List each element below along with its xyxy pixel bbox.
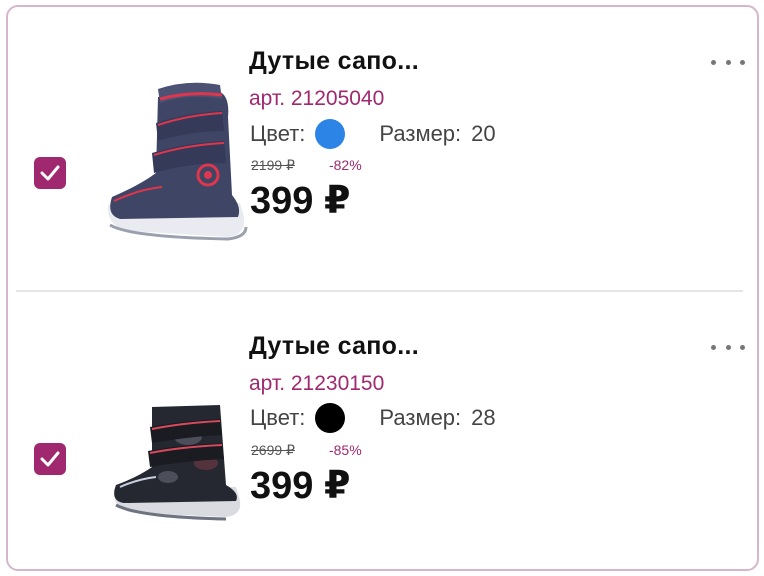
cart-items-card: Дутые сапо... арт. 21205040 Цвет: Размер… <box>6 5 759 571</box>
color-swatch <box>315 403 346 433</box>
more-options-icon[interactable] <box>711 337 745 357</box>
product-image[interactable] <box>100 77 250 247</box>
cart-item: Дутые сапо... арт. 21230150 Цвет: Размер… <box>8 292 757 575</box>
discount-badge: -82% <box>328 157 362 173</box>
old-price: 2199 ₽ <box>251 157 295 173</box>
discount-badge: -85% <box>328 442 362 458</box>
old-price: 2699 ₽ <box>251 442 295 458</box>
current-price: 399 ₽ <box>250 465 351 507</box>
product-title[interactable]: Дутые сапо... <box>249 47 419 76</box>
product-sku: арт. 21205040 <box>249 87 385 110</box>
item-select-checkbox[interactable] <box>34 443 66 475</box>
product-attributes: Цвет: Размер: 20 <box>250 119 496 149</box>
size-label: Размер: <box>379 405 462 430</box>
checkmark-icon <box>40 165 60 181</box>
product-sku: арт. 21230150 <box>249 372 385 395</box>
checkmark-icon <box>40 451 60 467</box>
price-details: 2199 ₽ -82% <box>251 157 362 174</box>
item-select-checkbox[interactable] <box>34 157 66 189</box>
color-label: Цвет: <box>250 121 306 146</box>
product-image[interactable] <box>108 397 248 522</box>
more-options-icon[interactable] <box>711 52 745 72</box>
size-value: 20 <box>471 121 496 146</box>
size-label: Размер: <box>379 121 462 146</box>
cart-item: Дутые сапо... арт. 21205040 Цвет: Размер… <box>8 7 757 290</box>
product-attributes: Цвет: Размер: 28 <box>250 403 496 433</box>
price-details: 2699 ₽ -85% <box>251 442 362 459</box>
color-swatch <box>315 119 346 149</box>
color-label: Цвет: <box>250 405 306 430</box>
product-title[interactable]: Дутые сапо... <box>249 332 419 361</box>
current-price: 399 ₽ <box>250 180 351 222</box>
size-value: 28 <box>471 405 496 430</box>
